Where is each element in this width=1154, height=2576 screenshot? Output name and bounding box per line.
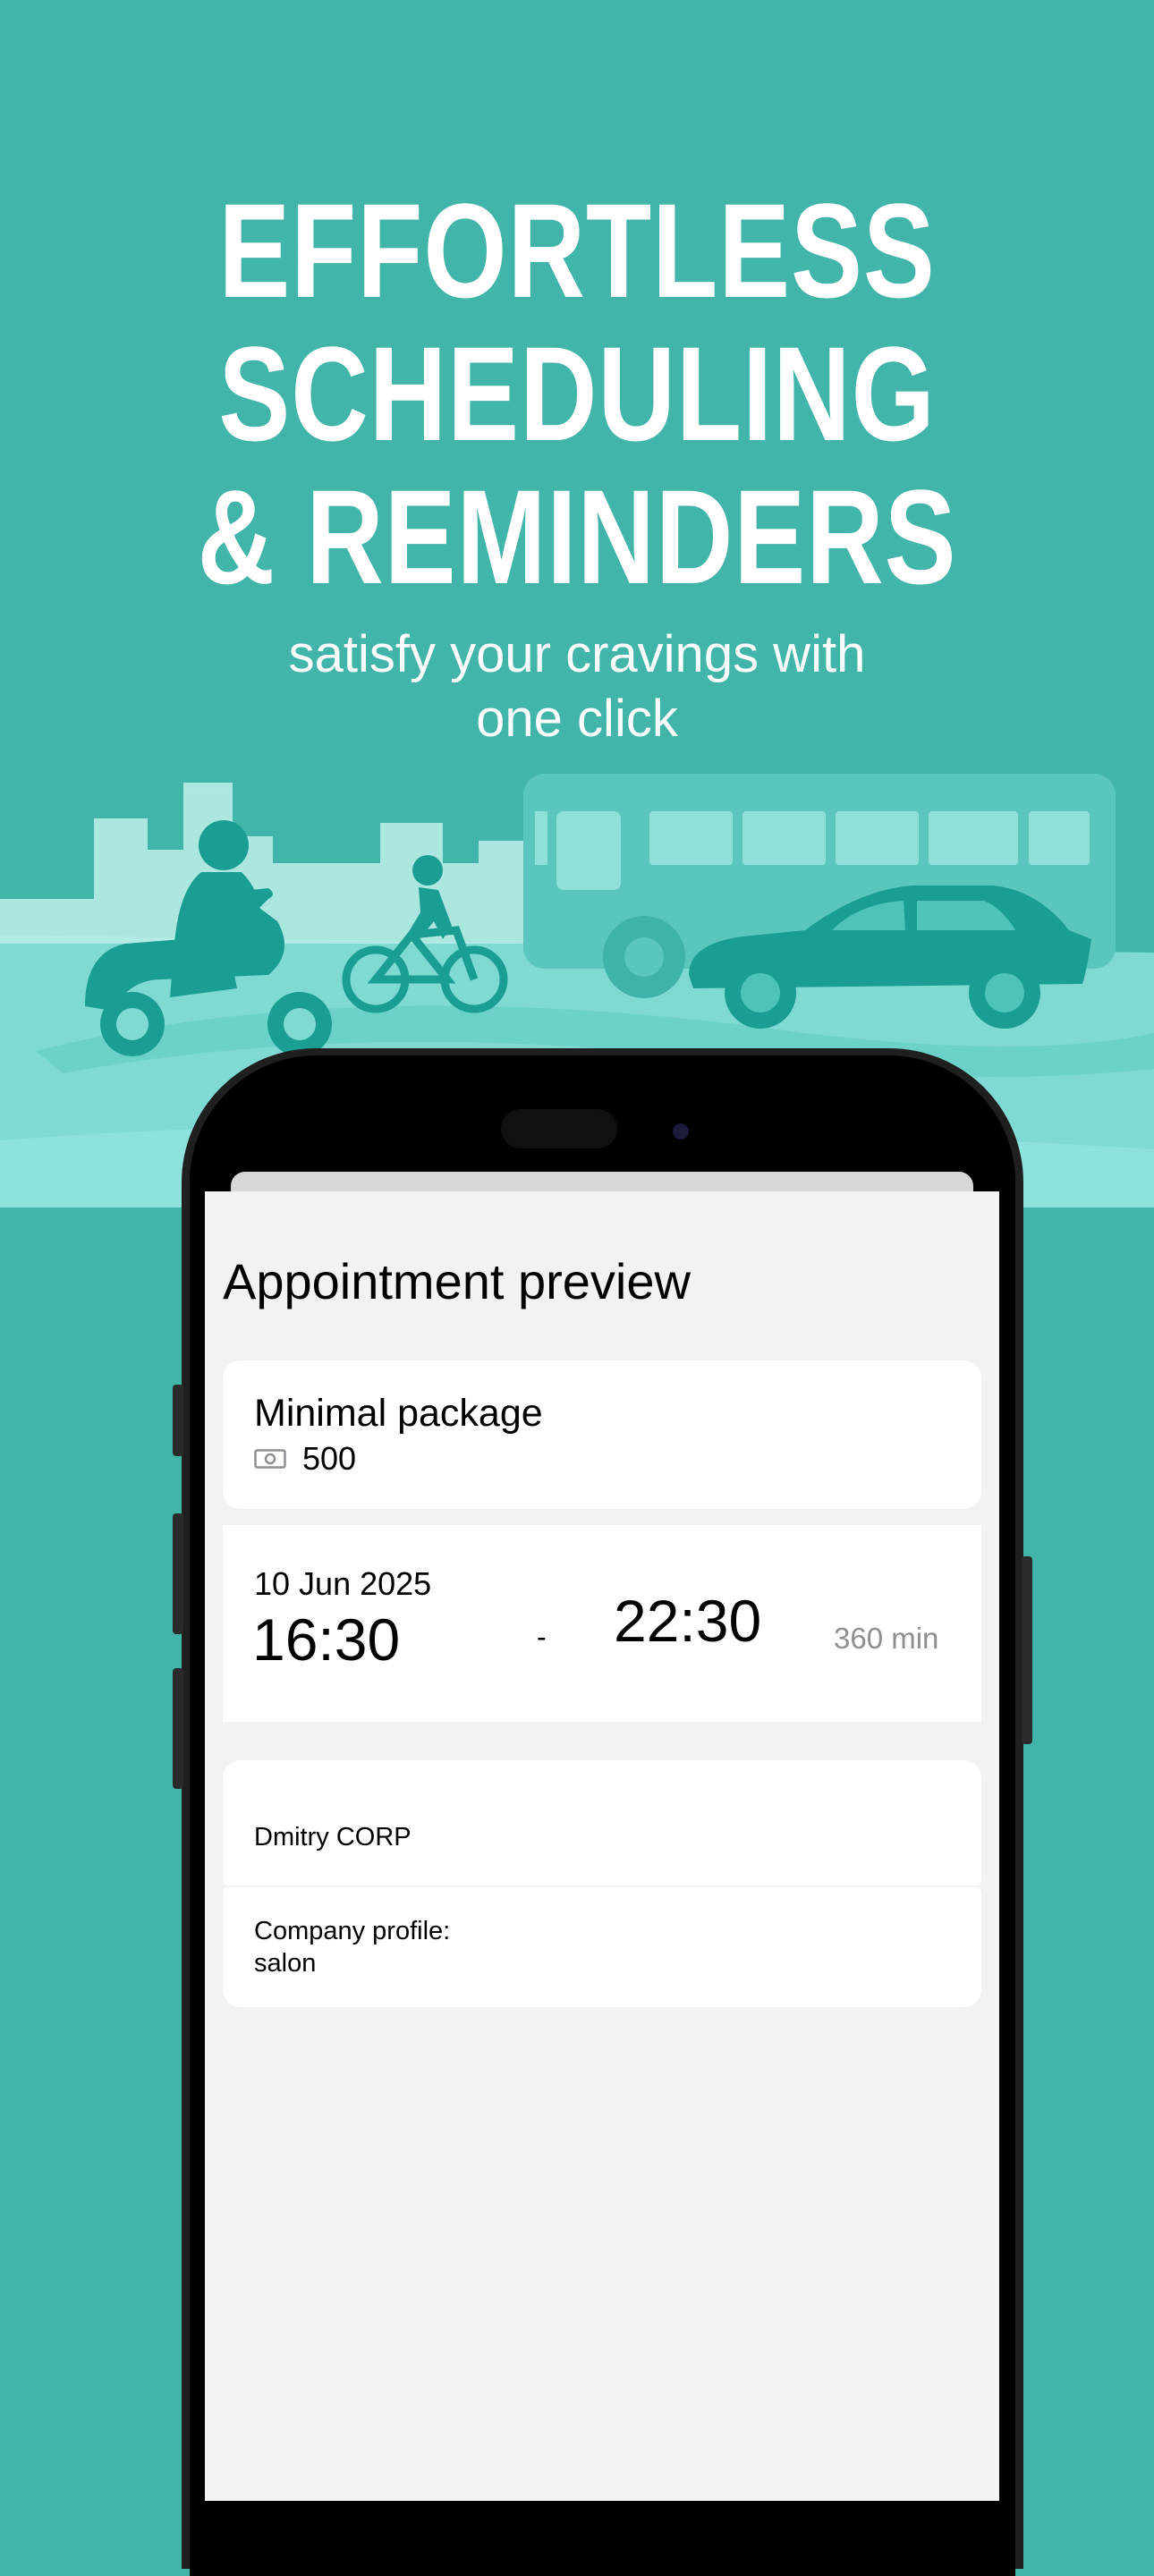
company-name: Dmitry CORP [254,1823,412,1852]
duration-label: 360 min [834,1622,939,1655]
package-name: Minimal package [254,1392,543,1435]
phone-volume-up-button [173,1513,183,1634]
time-separator: - [537,1621,547,1653]
hero-subtitle: satisfy your cravings with one click [219,623,935,751]
end-time[interactable]: 22:30 [614,1587,761,1655]
hero-subtitle-line-2: one click [476,690,678,748]
hero-title: EFFORTLESS SCHEDULING & REMINDERS [115,179,1039,608]
phone-action-button [173,1385,183,1456]
banknote-icon [254,1449,286,1469]
front-camera [673,1123,689,1140]
hero-title-line-3: & REMINDERS [197,462,957,612]
company-profile-card[interactable] [223,1887,981,2007]
company-profile-label: Company profile: [254,1917,451,1945]
company-profile-value: salon [254,1949,317,1978]
phone-power-button [1022,1556,1032,1744]
appointment-date: 10 Jun 2025 [254,1565,432,1602]
phone-volume-down-button [173,1668,183,1789]
start-time[interactable]: 16:30 [252,1606,400,1674]
hero-title-line-1: EFFORTLESS [218,175,936,326]
screen-title: Appointment preview [223,1253,691,1309]
hero-subtitle-line-1: satisfy your cravings with [288,625,866,683]
dynamic-island [501,1109,617,1148]
package-price: 500 [302,1440,357,1477]
hero-title-line-2: SCHEDULING [218,318,936,469]
